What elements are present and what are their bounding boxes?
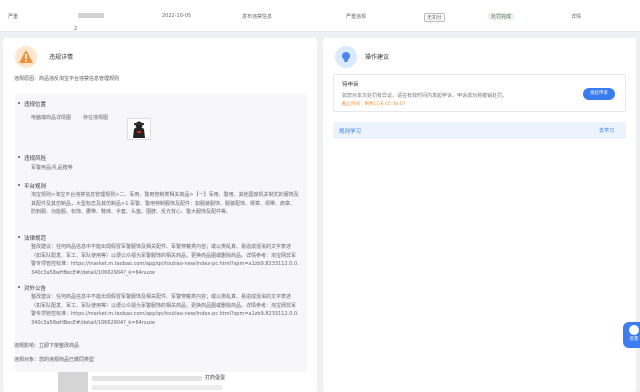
product-title-suffix[interactable]: 打药蛋蛋 bbox=[205, 374, 225, 381]
customer-service-label: 答客 bbox=[629, 337, 639, 342]
violation-reason: 违规原因：商品违反淘宝平台违禁信息管理规则 bbox=[14, 76, 120, 82]
law-text: 整改建议：任何商品信息中不能出现假冒军警服饰及相关配件、军警穿戴类内容；或以类乱… bbox=[31, 244, 299, 276]
location-heading: 违规位置 bbox=[17, 102, 47, 108]
start-appeal-button[interactable]: 发起申诉 bbox=[583, 88, 615, 100]
row-severity: 严重 bbox=[8, 14, 19, 20]
appeal-deadline: 截止时间：剩余11天 05:38:07 bbox=[342, 102, 406, 107]
violation-info-box: 违规位置 电脑端商品详情图 存在违规图 违规风险 军警用品/礼品赠券 平台规则 … bbox=[15, 94, 307, 372]
row-level: 严重违规 bbox=[346, 14, 367, 20]
row-detail-link[interactable]: 详情 bbox=[571, 13, 581, 20]
product-subtitle-blurred bbox=[92, 385, 222, 390]
row-type: 发布违禁信息 bbox=[242, 14, 273, 20]
record-row: 严重 2 2022-10-05 发布违禁信息 严重违规 无扣分 处罚完成 详情 bbox=[0, 0, 640, 32]
operation-suggestion-panel: 操作建议 待申诉 如您对本次处罚有异议，请在有效时间内发起申诉，申诉成功将撤销处… bbox=[323, 38, 636, 392]
product-title-blurred bbox=[92, 376, 202, 381]
customer-service-button[interactable]: 答客 bbox=[623, 322, 640, 348]
row-id: 2 bbox=[74, 13, 104, 32]
lightbulb-icon bbox=[335, 46, 357, 68]
appeal-description: 如您对本次处罚有异议，请在有效时间内发起申诉，申诉成功将撤销处罚。 bbox=[342, 93, 508, 99]
operation-suggestion-title: 操作建议 bbox=[365, 54, 390, 61]
rule-learning-bar: 规则学习 去学习 bbox=[333, 122, 626, 139]
rule-learning-label: 规则学习 bbox=[339, 129, 362, 135]
row-badge: 无扣分 bbox=[424, 13, 446, 22]
row-status: 处罚完成 bbox=[488, 13, 515, 20]
notice-heading: 对外公告 bbox=[17, 286, 47, 292]
product-image-blurred[interactable] bbox=[58, 372, 88, 392]
go-learn-link[interactable]: 去学习 bbox=[599, 127, 614, 134]
risk-value: 军警用品/礼品赠券 bbox=[31, 165, 73, 171]
violation-detail-title: 违规详情 bbox=[49, 54, 74, 61]
risk-heading: 违规风险 bbox=[17, 156, 47, 162]
violation-image-thumbnail[interactable] bbox=[127, 118, 151, 140]
violation-detail-panel: 违规详情 违规原因：商品违反淘宝平台违禁信息管理规则 违规位置 电脑端商品详情图… bbox=[3, 38, 317, 392]
assistant-avatar-icon bbox=[629, 325, 639, 335]
law-heading: 法律规范 bbox=[17, 236, 47, 242]
violation-impact: 违规影响：立即下架整改商品 bbox=[14, 343, 80, 349]
rule-heading: 平台规则 bbox=[17, 184, 47, 190]
warning-icon bbox=[15, 46, 37, 68]
violation-object: 违规对象：您的违规商品已做同类型 bbox=[14, 357, 95, 363]
rule-text: 淘宝规则>淘宝平台违禁信息管理规则>二、军用、警用管制类相关商品>【一】军用、警… bbox=[31, 192, 299, 216]
notice-text: 整改建议：任何商品信息中不能出现假冒军警服饰及相关配件、军警穿戴类内容；或以类乱… bbox=[31, 294, 299, 326]
appeal-title: 待申诉 bbox=[342, 82, 359, 88]
row-date: 2022-10-05 bbox=[162, 13, 192, 19]
